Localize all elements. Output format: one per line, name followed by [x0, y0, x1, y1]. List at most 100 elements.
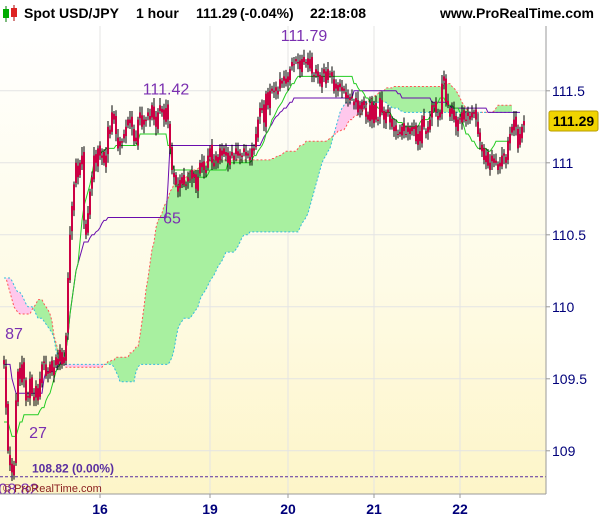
candle-body	[329, 73, 331, 75]
cloud-segment	[282, 152, 284, 232]
candle-body	[21, 364, 23, 383]
cloud-segment	[428, 86, 430, 113]
cloud-segment	[158, 217, 160, 365]
price-annotation: 27	[29, 425, 47, 442]
candle-body	[223, 148, 225, 155]
candle-body	[239, 153, 241, 156]
candle-body	[27, 396, 29, 398]
candle-body	[127, 119, 129, 126]
candle-body	[293, 64, 295, 66]
candle-body	[279, 79, 281, 89]
cloud-segment	[234, 159, 236, 253]
candle-body	[11, 463, 13, 473]
candle-body	[205, 170, 207, 173]
candle-body	[319, 74, 321, 84]
cloud-segment	[312, 141, 314, 199]
candle-body	[479, 132, 481, 142]
candle-body	[483, 148, 485, 160]
cloud-segment	[232, 159, 234, 253]
candlestick-icon	[3, 5, 17, 22]
cloud-segment	[190, 170, 192, 319]
candle-body	[395, 125, 397, 132]
candle-body	[327, 69, 329, 80]
candle-body	[365, 108, 367, 117]
candle-body	[61, 352, 63, 365]
candle-body	[317, 71, 319, 77]
candle-body	[263, 104, 265, 123]
candle-body	[261, 108, 263, 111]
candle-body	[359, 105, 361, 109]
candle-body	[485, 155, 487, 163]
cloud-segment	[276, 155, 278, 232]
candle-body	[523, 121, 525, 126]
candle-body	[499, 162, 501, 167]
candle-body	[337, 85, 339, 91]
candle-body	[487, 152, 489, 166]
candle-body	[471, 112, 473, 118]
candle-body	[213, 162, 215, 167]
header-time: 22:18:08	[310, 5, 366, 21]
cloud-segment	[220, 159, 222, 264]
candle-body	[351, 96, 353, 98]
cloud-segment	[248, 159, 250, 235]
candle-body	[69, 234, 71, 281]
candle-body	[211, 144, 213, 163]
candle-body	[221, 150, 223, 156]
last-price-label: 111.29	[553, 113, 594, 129]
candle-body	[515, 116, 517, 127]
cloud-segment	[498, 105, 500, 113]
price-chart[interactable]: 108.82 (0.00%) 111.79111.42108.82658727 …	[0, 0, 600, 519]
candle-body	[429, 119, 431, 130]
y-tick-label: 109	[552, 443, 576, 459]
cloud-segment	[392, 86, 394, 109]
cloud-segment	[126, 357, 128, 382]
candle-body	[81, 155, 83, 165]
candle-body	[241, 155, 243, 158]
cloud-segment	[18, 292, 20, 314]
candle-body	[253, 148, 255, 151]
candle-body	[149, 116, 151, 120]
candle-body	[283, 76, 285, 81]
candle-body	[87, 213, 89, 233]
cloud-segment	[204, 162, 206, 293]
cloud-segment	[226, 159, 228, 253]
cloud-segment	[280, 154, 282, 232]
candle-body	[161, 108, 163, 113]
cloud-segment	[150, 249, 152, 365]
candle-body	[389, 114, 391, 123]
candle-body	[313, 74, 315, 77]
cloud-segment	[456, 90, 458, 113]
cloud-segment	[304, 141, 306, 221]
candle-body	[373, 105, 375, 124]
candle-body	[145, 119, 147, 122]
candle-body	[383, 110, 385, 120]
candle-body	[305, 62, 307, 64]
cloud-segment	[206, 159, 208, 290]
candle-body	[89, 191, 91, 215]
cloud-segment	[278, 155, 280, 232]
candle-body	[257, 119, 259, 138]
candle-body	[265, 93, 267, 127]
candle-body	[463, 110, 465, 120]
candle-body	[297, 62, 299, 64]
cloud-segment	[310, 141, 312, 206]
candle-body	[249, 157, 251, 160]
cloud-segment	[284, 151, 286, 232]
candle-body	[59, 350, 61, 362]
candle-body	[457, 119, 459, 132]
cloud-segment	[242, 159, 244, 238]
candle-body	[467, 112, 469, 116]
cloud-segment	[224, 159, 226, 257]
candle-body	[217, 157, 219, 163]
cloud-segment	[252, 159, 254, 232]
last-price-marker: 111.29	[548, 110, 599, 132]
cloud-segment	[402, 86, 404, 113]
candle-body	[321, 76, 323, 88]
candle-body	[439, 112, 441, 118]
candle-body	[31, 377, 33, 394]
cloud-segment	[244, 159, 246, 235]
candle-body	[189, 179, 191, 181]
cloud-segment	[396, 86, 398, 109]
cloud-segment	[212, 159, 214, 278]
cloud-segment	[302, 144, 304, 224]
